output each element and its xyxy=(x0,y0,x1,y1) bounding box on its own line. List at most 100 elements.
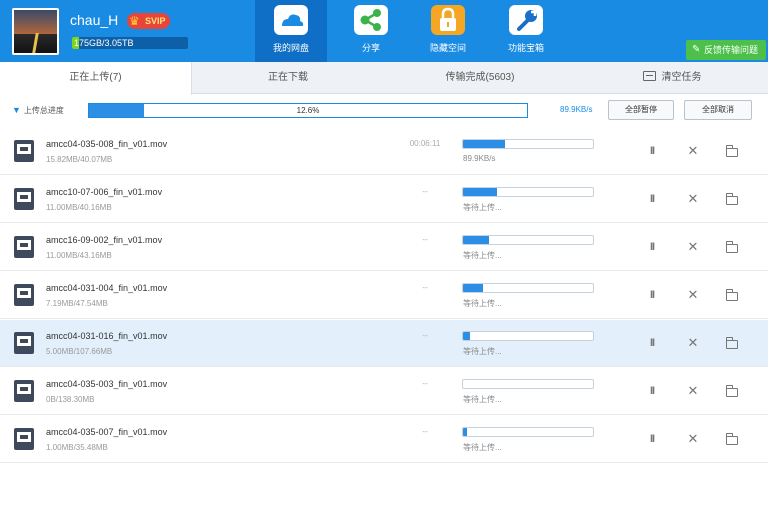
close-icon[interactable]: ✕ xyxy=(685,431,701,447)
video-file-icon xyxy=(14,332,34,354)
clear-tasks-button[interactable]: 清空任务 xyxy=(576,62,768,94)
upload-row[interactable]: amcc04-031-004_fin_v01.mov 7.19MB/47.54M… xyxy=(0,272,768,319)
top-header: chau_H ♛ SVIP 175GB/3.05TB 我的网盘 分享 隐藏空间 … xyxy=(0,0,768,62)
file-progress-bar xyxy=(462,235,594,245)
nav-toolbox[interactable]: 功能宝箱 xyxy=(490,0,562,62)
file-progress-fill xyxy=(463,140,505,148)
pause-icon[interactable]: II xyxy=(644,287,660,303)
nav-hidden-space[interactable]: 隐藏空间 xyxy=(412,0,484,62)
upload-arrow-icon: ▼ xyxy=(12,105,21,115)
share-icon xyxy=(353,4,389,36)
file-progress-bar xyxy=(462,187,594,197)
file-name: amcc04-035-007_fin_v01.mov xyxy=(46,427,168,437)
total-speed: 89.9KB/s xyxy=(560,105,593,114)
time-remaining: -- xyxy=(422,235,428,244)
close-icon[interactable]: ✕ xyxy=(685,191,701,207)
upload-row[interactable]: amcc04-035-003_fin_v01.mov 0B/138.30MB -… xyxy=(0,368,768,415)
nav-my-disk[interactable]: 我的网盘 xyxy=(255,0,327,62)
pause-icon[interactable]: II xyxy=(644,191,660,207)
nav-share[interactable]: 分享 xyxy=(335,0,407,62)
video-file-icon xyxy=(14,140,34,162)
file-status: 89.9KB/s xyxy=(463,154,496,163)
tab-downloading[interactable]: 正在下载 xyxy=(192,62,384,94)
lock-icon xyxy=(430,4,466,36)
pause-icon[interactable]: II xyxy=(644,335,660,351)
svip-badge[interactable]: ♛ SVIP xyxy=(127,13,170,29)
folder-icon[interactable] xyxy=(724,335,740,351)
video-file-icon xyxy=(14,428,34,450)
avatar[interactable] xyxy=(12,8,59,55)
file-name: amcc16-09-002_fin_v01.mov xyxy=(46,235,163,245)
time-remaining: -- xyxy=(422,427,428,436)
nav-label: 隐藏空间 xyxy=(429,43,466,53)
close-icon[interactable]: ✕ xyxy=(685,287,701,303)
pause-icon[interactable]: II xyxy=(644,431,660,447)
upload-row[interactable]: amcc04-035-007_fin_v01.mov 1.00MB/35.48M… xyxy=(0,416,768,463)
time-remaining: -- xyxy=(422,283,428,292)
file-size: 11.00MB/43.16MB xyxy=(46,251,112,260)
close-icon[interactable]: ✕ xyxy=(685,143,701,159)
transfer-tabs: 正在上传(7) 正在下载 传输完成(5603) 清空任务 xyxy=(0,62,768,95)
file-name: amcc04-031-004_fin_v01.mov xyxy=(46,283,168,293)
pause-icon[interactable]: II xyxy=(644,383,660,399)
video-file-icon xyxy=(14,380,34,402)
wrench-icon xyxy=(508,4,544,36)
file-status: 等待上传... xyxy=(463,395,502,404)
total-progress-label: ▼ 上传总进度 xyxy=(12,105,64,115)
folder-icon[interactable] xyxy=(724,143,740,159)
upload-row[interactable]: amcc04-035-008_fin_v01.mov 15.82MB/40.07… xyxy=(0,128,768,175)
pause-all-button[interactable]: 全部暂停 xyxy=(608,100,674,120)
file-size: 15.82MB/40.07MB xyxy=(46,155,113,164)
nav-label: 分享 xyxy=(361,43,380,53)
storage-quota-bar[interactable]: 175GB/3.05TB xyxy=(72,37,188,49)
clear-tasks-icon xyxy=(642,71,656,81)
total-progress-bar: 12.6% xyxy=(88,103,528,118)
edit-icon: ✎ xyxy=(691,44,701,55)
file-status: 等待上传... xyxy=(463,443,502,452)
file-progress-fill xyxy=(463,284,483,292)
file-status: 等待上传... xyxy=(463,203,502,212)
pause-icon[interactable]: II xyxy=(644,239,660,255)
file-size: 5.00MB/107.66MB xyxy=(46,347,113,356)
upload-row[interactable]: amcc04-031-016_fin_v01.mov 5.00MB/107.66… xyxy=(0,320,768,367)
folder-icon[interactable] xyxy=(724,383,740,399)
upload-row[interactable]: amcc10-07-006_fin_v01.mov 11.00MB/40.16M… xyxy=(0,176,768,223)
upload-row[interactable]: amcc16-09-002_fin_v01.mov 11.00MB/43.16M… xyxy=(0,224,768,271)
username[interactable]: chau_H xyxy=(70,12,118,28)
close-icon[interactable]: ✕ xyxy=(685,383,701,399)
time-remaining: -- xyxy=(422,379,428,388)
folder-icon[interactable] xyxy=(724,239,740,255)
tab-completed[interactable]: 传输完成(5603) xyxy=(384,62,576,94)
folder-icon[interactable] xyxy=(724,191,740,207)
file-progress-bar xyxy=(462,139,594,149)
crown-icon: ♛ xyxy=(129,14,140,28)
folder-icon[interactable] xyxy=(724,431,740,447)
file-progress-bar xyxy=(462,427,594,437)
nav-label: 我的网盘 xyxy=(272,43,309,53)
file-name: amcc04-031-016_fin_v01.mov xyxy=(46,331,168,341)
pause-icon[interactable]: II xyxy=(644,143,660,159)
cloud-icon xyxy=(273,4,309,36)
cancel-all-button[interactable]: 全部取消 xyxy=(684,100,752,120)
file-progress-fill xyxy=(463,236,489,244)
time-remaining: -- xyxy=(422,331,428,340)
file-name: amcc10-07-006_fin_v01.mov xyxy=(46,187,163,197)
close-icon[interactable]: ✕ xyxy=(685,335,701,351)
folder-icon[interactable] xyxy=(724,287,740,303)
file-size: 7.19MB/47.54MB xyxy=(46,299,108,308)
video-file-icon xyxy=(14,236,34,258)
file-name: amcc04-035-003_fin_v01.mov xyxy=(46,379,168,389)
file-progress-bar xyxy=(462,331,594,341)
nav-label: 功能宝箱 xyxy=(507,43,544,53)
file-progress-bar xyxy=(462,379,594,389)
feedback-button[interactable]: ✎ 反馈传输问题 xyxy=(685,40,766,60)
close-icon[interactable]: ✕ xyxy=(685,239,701,255)
file-size: 0B/138.30MB xyxy=(46,395,95,404)
upload-summary: ▼ 上传总进度 12.6% 89.9KB/s 全部暂停 全部取消 xyxy=(0,96,768,126)
file-progress-bar xyxy=(462,283,594,293)
time-remaining: 00:06:11 xyxy=(409,139,441,148)
total-progress-percent: 12.6% xyxy=(296,106,320,115)
file-progress-fill xyxy=(463,188,497,196)
storage-quota-text: 175GB/3.05TB xyxy=(74,38,134,48)
tab-uploading[interactable]: 正在上传(7) xyxy=(0,62,192,95)
